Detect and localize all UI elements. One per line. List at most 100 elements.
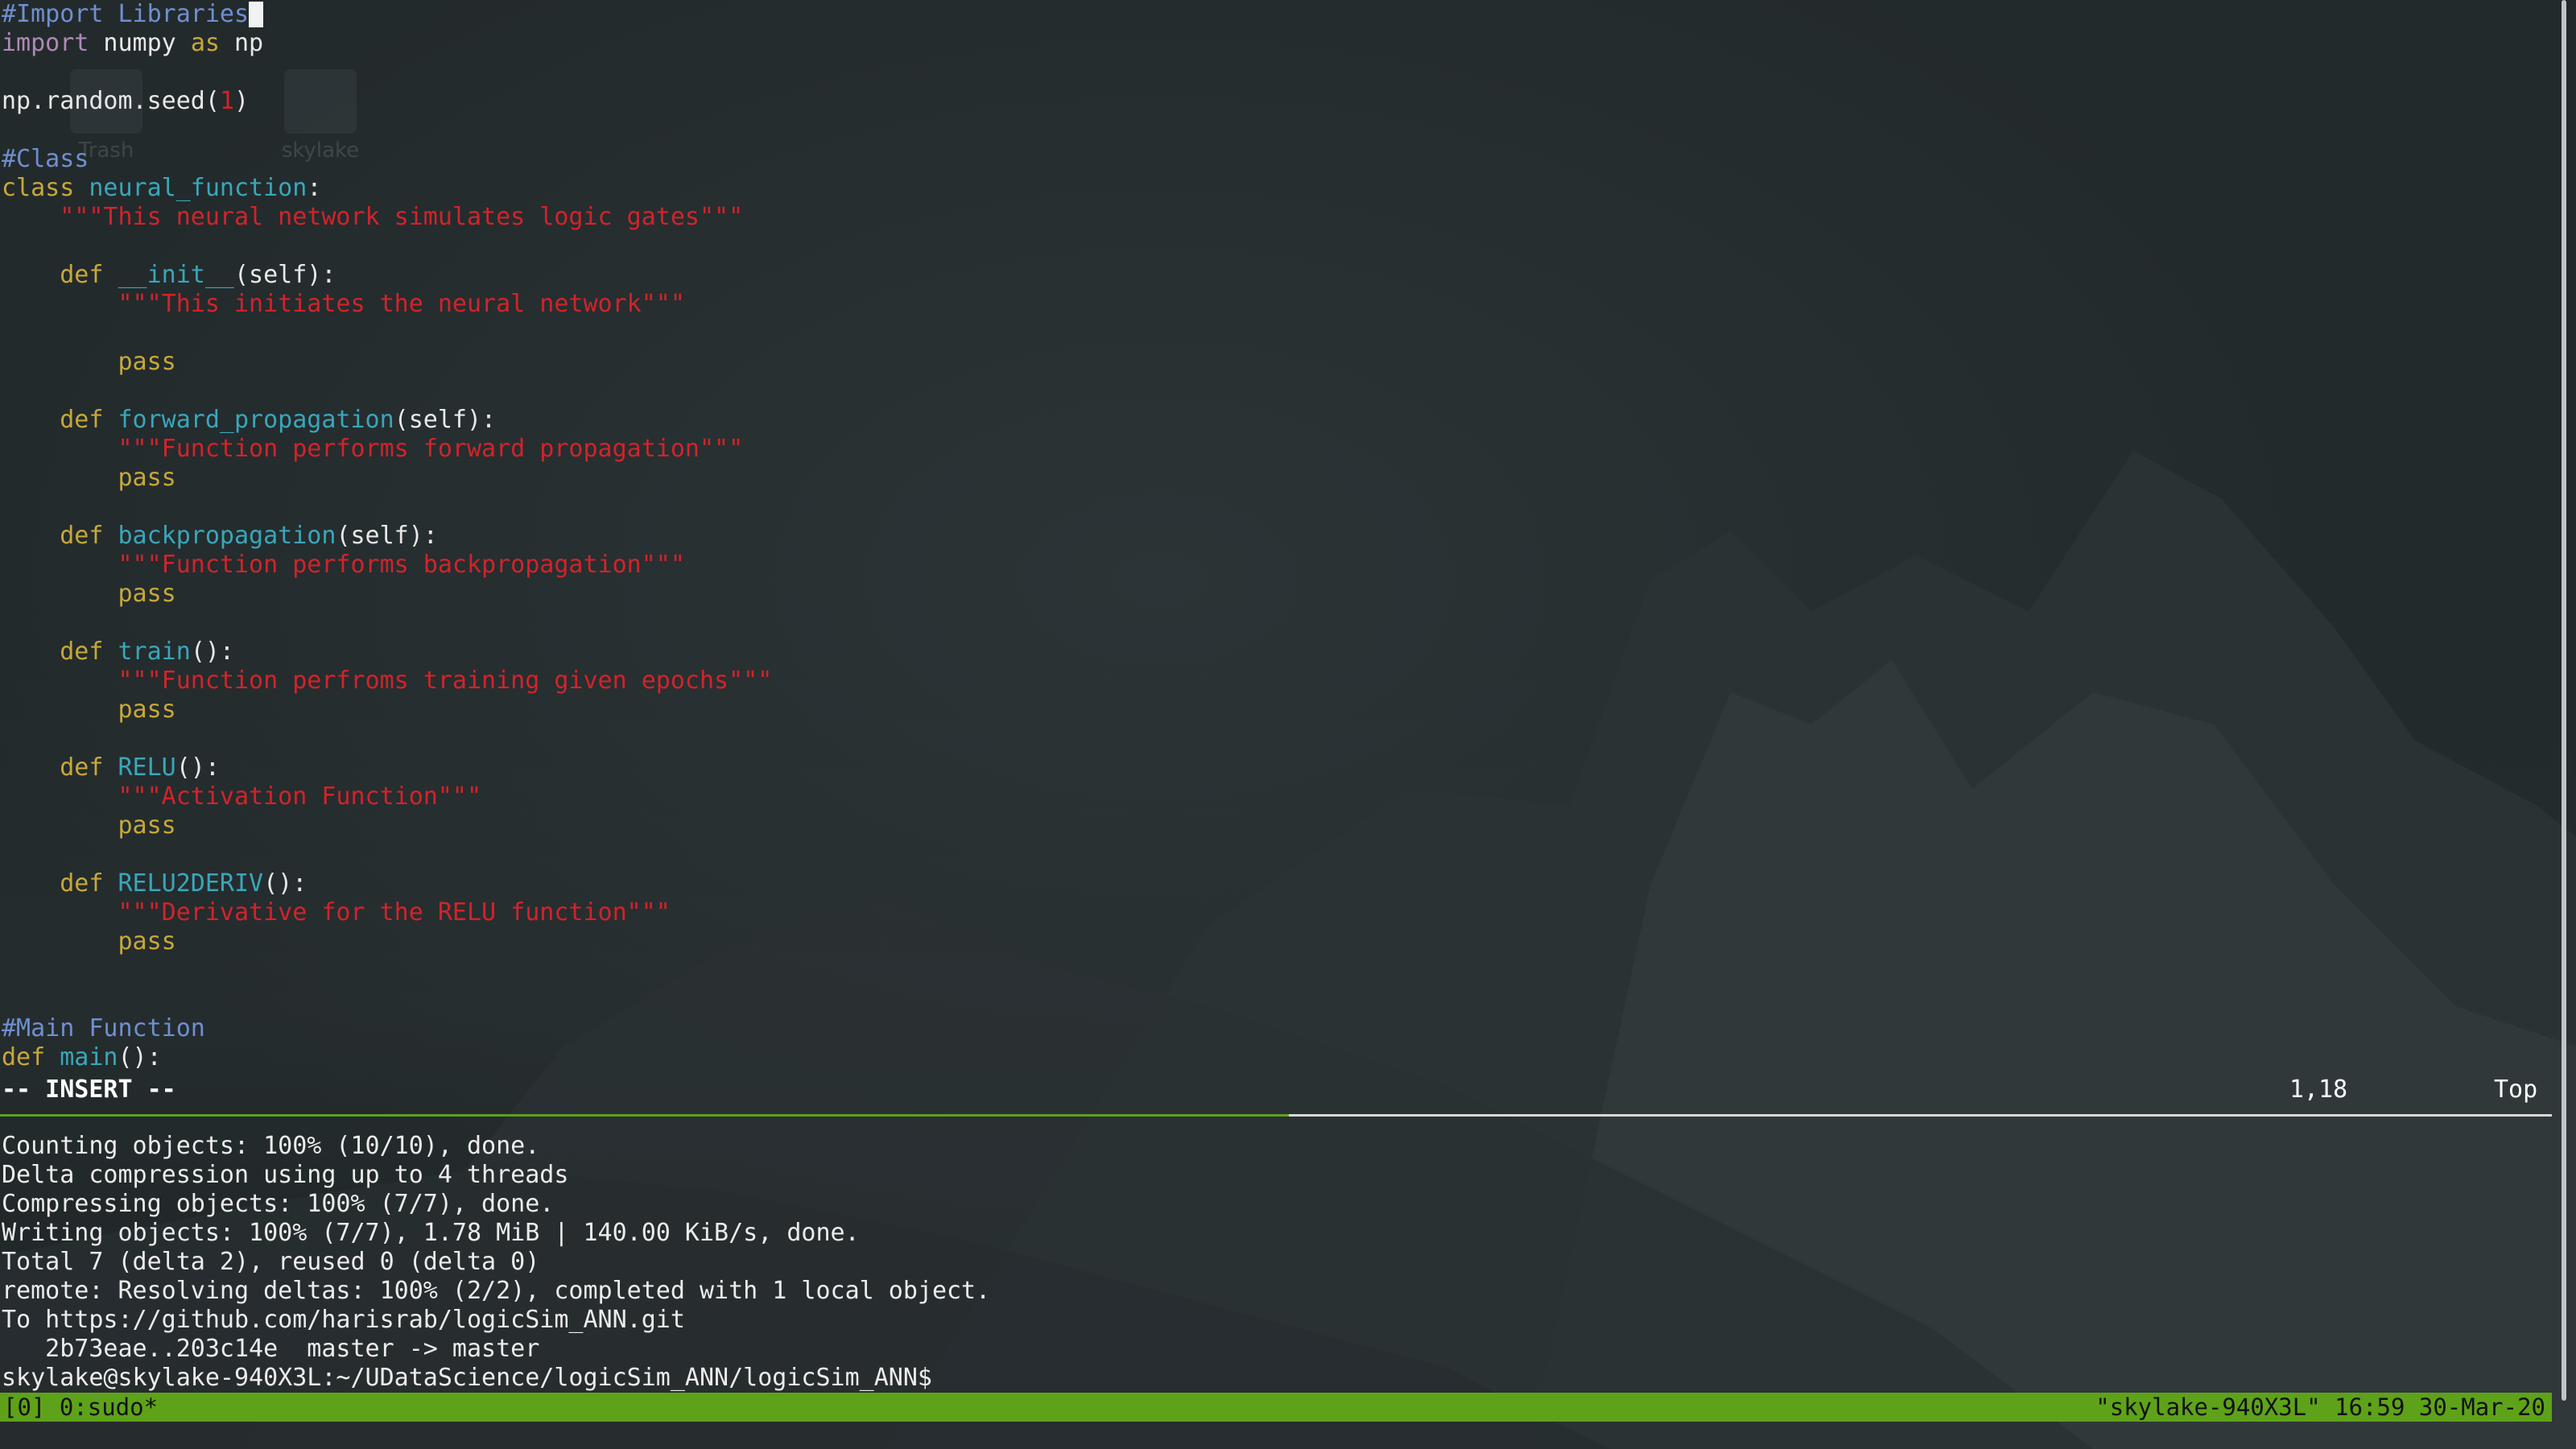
code-line: """This neural network simulates logic g… bbox=[0, 203, 2560, 232]
code-token: def bbox=[60, 869, 104, 898]
code-line: pass bbox=[0, 927, 2560, 956]
tmux-window-list[interactable]: [0] 0:sudo* bbox=[3, 1393, 158, 1422]
code-token: (self): bbox=[234, 261, 336, 289]
code-line: def __init__(self): bbox=[0, 261, 2560, 290]
code-line: def backpropagation(self): bbox=[0, 522, 2560, 551]
code-line: pass bbox=[0, 348, 2560, 377]
code-token: """Function performs backpropagation""" bbox=[118, 551, 685, 579]
code-token: pass bbox=[118, 696, 176, 724]
code-token: #Import Libraries bbox=[2, 0, 250, 28]
tmux-status-bar: [0] 0:sudo* "skylake-940X3L" 16:59 30-Ma… bbox=[0, 1393, 2552, 1422]
code-token: (): bbox=[175, 753, 220, 782]
code-token: (self): bbox=[394, 406, 497, 434]
code-token: pass bbox=[118, 811, 176, 840]
scrollbar[interactable] bbox=[2562, 0, 2566, 1401]
scroll-position: Top bbox=[2494, 1075, 2538, 1104]
code-token: (self): bbox=[336, 522, 438, 550]
code-token: np.random.seed( bbox=[2, 87, 220, 115]
code-token: """This initiates the neural network""" bbox=[118, 290, 685, 318]
code-line: """Function perfroms training given epoc… bbox=[0, 667, 2560, 696]
tmux-pane-divider[interactable] bbox=[0, 1114, 2552, 1117]
code-token: (): bbox=[190, 638, 234, 666]
terminal-output-line: To https://github.com/harisrab/logicSim_… bbox=[2, 1306, 685, 1334]
code-line: def main(): bbox=[0, 1043, 2560, 1072]
code-line: class neural_function: bbox=[0, 174, 2560, 203]
code-line: """Function performs forward propagation… bbox=[0, 435, 2560, 464]
code-token: RELU bbox=[118, 753, 176, 782]
code-token: pass bbox=[118, 464, 176, 492]
code-token: __init__ bbox=[118, 261, 235, 289]
code-line: def RELU2DERIV(): bbox=[0, 869, 2560, 898]
code-line: """Activation Function""" bbox=[0, 782, 2560, 811]
code-token: def bbox=[60, 753, 104, 782]
code-line: def RELU(): bbox=[0, 753, 2560, 782]
code-line: def train(): bbox=[0, 638, 2560, 667]
code-token: #Class bbox=[2, 145, 89, 173]
code-token: as bbox=[190, 29, 220, 57]
cursor-position: 1,18 bbox=[2289, 1075, 2348, 1104]
code-line: pass bbox=[0, 580, 2560, 609]
code-token: def bbox=[60, 261, 104, 289]
code-token: """Function performs forward propagation… bbox=[118, 435, 744, 463]
code-token: """This neural network simulates logic g… bbox=[60, 203, 744, 231]
code-line: import numpy as np bbox=[0, 29, 2560, 58]
code-line: pass bbox=[0, 696, 2560, 724]
code-token: import bbox=[2, 29, 89, 57]
code-token: (): bbox=[263, 869, 308, 898]
terminal-output-line: 2b73eae..203c14e master -> master bbox=[2, 1335, 540, 1363]
code-token: : bbox=[307, 174, 322, 202]
terminal-output-line: Writing objects: 100% (7/7), 1.78 MiB | … bbox=[2, 1219, 860, 1247]
code-line: """Function performs backpropagation""" bbox=[0, 551, 2560, 580]
tmux-host-clock: "skylake-940X3L" 16:59 30-Mar-20 bbox=[2095, 1393, 2545, 1421]
terminal-output-line: Counting objects: 100% (10/10), done. bbox=[2, 1132, 540, 1160]
code-token: pass bbox=[118, 927, 176, 956]
code-token: pass bbox=[118, 580, 176, 608]
terminal-pane[interactable]: Counting objects: 100% (10/10), done. Del… bbox=[0, 1132, 2560, 1393]
code-token: main bbox=[60, 1043, 118, 1071]
code-token: def bbox=[60, 522, 104, 550]
terminal-output-line: Delta compression using up to 4 threads bbox=[2, 1161, 569, 1189]
code-token: RELU2DERIV bbox=[118, 869, 264, 898]
shell-prompt: skylake@skylake-940X3L:~/UDataScience/lo… bbox=[2, 1364, 932, 1392]
terminal-output-line: Total 7 (delta 2), reused 0 (delta 0) bbox=[2, 1248, 540, 1276]
code-token: def bbox=[60, 406, 104, 434]
code-token: #Main Function bbox=[2, 1014, 205, 1042]
code-line: #Import Libraries bbox=[0, 0, 2560, 29]
code-line: """Derivative for the RELU function""" bbox=[0, 898, 2560, 927]
code-token: def bbox=[2, 1043, 46, 1071]
vim-editor[interactable]: #Import Libraries import numpy as np np.ra… bbox=[0, 0, 2560, 1106]
code-token: """Derivative for the RELU function""" bbox=[118, 898, 671, 927]
code-token: """Function perfroms training given epoc… bbox=[118, 667, 773, 695]
code-token: numpy bbox=[89, 29, 191, 57]
text-cursor bbox=[249, 2, 264, 27]
terminal-output-line: remote: Resolving deltas: 100% (2/2), co… bbox=[2, 1277, 991, 1305]
code-token: backpropagation bbox=[118, 522, 336, 550]
code-token: 1 bbox=[219, 87, 234, 115]
